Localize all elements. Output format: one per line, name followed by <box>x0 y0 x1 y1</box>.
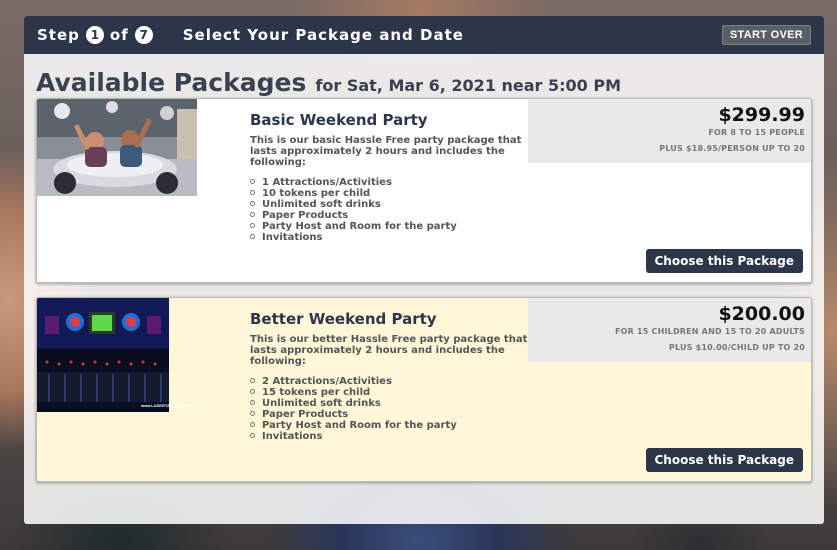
list-item: 10 tokens per child <box>250 188 530 199</box>
inclusion-text: Invitations <box>262 232 323 243</box>
package-details: Basic Weekend Party This is our basic Ha… <box>250 111 530 243</box>
start-over-button[interactable]: START OVER <box>721 25 811 45</box>
step-total-badge: 7 <box>134 26 153 44</box>
inclusion-text: 15 tokens per child <box>262 387 371 398</box>
inclusion-text: 1 Attractions/Activities <box>262 177 392 188</box>
price-box: $200.00 FOR 15 CHILDREN AND 15 TO 20 ADU… <box>528 298 811 362</box>
inclusion-text: Paper Products <box>262 409 349 420</box>
inclusion-text: Invitations <box>262 431 323 442</box>
list-item: Party Host and Room for the party <box>250 420 530 431</box>
list-item: Paper Products <box>250 409 530 420</box>
page-title: Available Packages <box>36 68 307 97</box>
bullet-icon <box>250 422 255 427</box>
list-item: Invitations <box>250 431 530 442</box>
package-description: This is our better Hassle Free party pac… <box>250 334 528 367</box>
bullet-icon <box>250 411 255 416</box>
bullet-icon <box>250 190 255 195</box>
package-price: $299.99 <box>718 104 805 126</box>
bullet-icon <box>250 378 255 383</box>
step-header: Step 1 of 7 Select Your Package and Date… <box>24 16 824 54</box>
list-item: 15 tokens per child <box>250 387 530 398</box>
list-item: Unlimited soft drinks <box>250 199 530 210</box>
step-title: Select Your Package and Date <box>182 26 464 44</box>
package-description: This is our basic Hassle Free party pack… <box>250 135 522 168</box>
package-price: $200.00 <box>718 303 805 325</box>
choose-package-button[interactable]: Choose this Package <box>645 448 803 472</box>
booking-panel: Step 1 of 7 Select Your Package and Date… <box>24 16 824 524</box>
bullet-icon <box>250 223 255 228</box>
package-card-basic: Basic Weekend Party This is our basic Ha… <box>36 98 812 283</box>
choose-package-button[interactable]: Choose this Package <box>645 249 803 273</box>
step-current-badge: 1 <box>85 26 104 44</box>
inclusion-text: Paper Products <box>262 210 349 221</box>
price-extra: PLUS $18.95/PERSON UP TO 20 <box>659 144 805 153</box>
inclusion-text: 10 tokens per child <box>262 188 371 199</box>
price-note: FOR 8 TO 15 PEOPLE <box>708 128 805 137</box>
package-image-go-kart <box>37 99 197 196</box>
package-details: Better Weekend Party This is our better … <box>250 310 530 442</box>
list-item: Paper Products <box>250 210 530 221</box>
list-item: 2 Attractions/Activities <box>250 376 530 387</box>
bullet-icon <box>250 212 255 217</box>
bullet-icon <box>250 201 255 206</box>
package-image-laser-tag <box>37 298 169 412</box>
inclusion-text: Unlimited soft drinks <box>262 398 381 409</box>
list-item: 1 Attractions/Activities <box>250 177 530 188</box>
step-label: Step <box>37 26 80 44</box>
inclusion-text: Party Host and Room for the party <box>262 420 457 431</box>
package-card-better: www.LASERTAGWORLD.com Better Weekend Par… <box>36 297 812 482</box>
image-caption: www.LASERTAGWORLD.com <box>141 403 198 408</box>
package-inclusions-list: 1 Attractions/Activities 10 tokens per c… <box>250 177 530 243</box>
bullet-icon <box>250 234 255 239</box>
step-of-label: of <box>109 26 129 44</box>
list-item: Party Host and Room for the party <box>250 221 530 232</box>
bullet-icon <box>250 389 255 394</box>
package-name: Better Weekend Party <box>250 310 437 328</box>
inclusion-text: 2 Attractions/Activities <box>262 376 392 387</box>
bullet-icon <box>250 433 255 438</box>
list-item: Invitations <box>250 232 530 243</box>
bullet-icon <box>250 179 255 184</box>
page-heading: Available Packages for Sat, Mar 6, 2021 … <box>36 68 621 97</box>
inclusion-text: Party Host and Room for the party <box>262 221 457 232</box>
price-note: FOR 15 CHILDREN AND 15 TO 20 ADULTS <box>614 327 805 336</box>
inclusion-text: Unlimited soft drinks <box>262 199 381 210</box>
package-inclusions-list: 2 Attractions/Activities 15 tokens per c… <box>250 376 530 442</box>
list-item: Unlimited soft drinks <box>250 398 530 409</box>
price-extra: PLUS $10.00/CHILD UP TO 20 <box>668 343 805 352</box>
bullet-icon <box>250 400 255 405</box>
page-date-line: for Sat, Mar 6, 2021 near 5:00 PM <box>315 76 622 95</box>
price-box: $299.99 FOR 8 TO 15 PEOPLE PLUS $18.95/P… <box>528 99 811 163</box>
package-name: Basic Weekend Party <box>250 111 428 129</box>
